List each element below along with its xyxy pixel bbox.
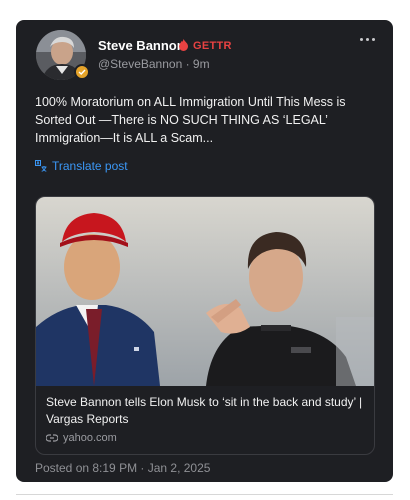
translate-icon	[35, 160, 47, 172]
translate-post-label: Translate post	[52, 159, 128, 173]
link-preview-image	[36, 197, 374, 386]
author-handle-line: @SteveBannon · 9m	[98, 57, 210, 71]
verified-badge-icon	[74, 64, 90, 80]
more-options-icon[interactable]	[360, 38, 375, 41]
translate-post-button[interactable]: Translate post	[35, 159, 128, 173]
link-preview-card[interactable]: Steve Bannon tells Elon Musk to ‘sit in …	[35, 196, 375, 455]
link-preview-domain-row: yahoo.com	[46, 432, 117, 444]
author-handle[interactable]: @SteveBannon	[98, 57, 182, 71]
link-preview-domain: yahoo.com	[63, 432, 117, 444]
meta-separator: ·	[182, 57, 193, 71]
link-preview-title: Steve Bannon tells Elon Musk to ‘sit in …	[46, 395, 363, 426]
posted-timestamp: Posted on 8:19 PM · Jan 2, 2025	[35, 461, 211, 475]
post-time-ago: 9m	[192, 57, 210, 71]
post-text: 100% Moratorium on ALL Immigration Until…	[35, 95, 346, 145]
post-card: Steve Bannon GETTR @SteveBannon · 9m 100…	[16, 20, 393, 482]
top-cropped-fragment	[0, 0, 190, 7]
gettr-logo-icon	[179, 39, 188, 51]
platform-label: GETTR	[193, 40, 232, 52]
author-name[interactable]: Steve Bannon	[98, 38, 185, 53]
link-icon	[46, 434, 58, 442]
divider	[16, 494, 393, 495]
